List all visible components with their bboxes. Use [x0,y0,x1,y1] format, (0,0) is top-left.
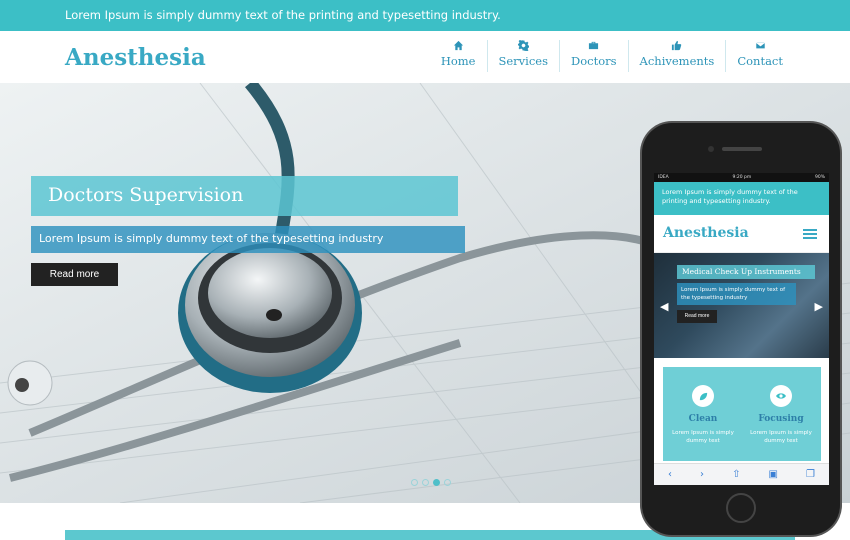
carrier-label: IDEA [658,175,669,180]
feature-title: Focusing [758,414,804,424]
read-more-button[interactable]: Read more [31,263,118,286]
phone-camera [708,146,714,152]
forward-icon[interactable]: › [700,469,704,480]
phone-read-more-button[interactable]: Read more [677,310,717,323]
briefcase-icon [589,41,599,50]
feature-text: Lorem Ipsum is simply dummy text [750,430,812,444]
announcement-text: Lorem Ipsum is simply dummy text of the … [65,8,501,22]
hamburger-menu-icon[interactable] [803,229,817,239]
phone-announcement-text: Lorem Ipsum is simply dummy text of the … [662,188,798,205]
nav-label: Contact [737,54,783,68]
home-icon [453,40,463,51]
slider-dot-active[interactable] [433,479,440,486]
phone-announcement-bar: Lorem Ipsum is simply dummy text of the … [654,182,829,215]
eye-icon [770,385,792,407]
browser-toolbar: ‹ › ⇧ ▣ ❐ [654,463,829,485]
nav-item-contact[interactable]: Contact [725,40,794,72]
slider-dot[interactable] [444,479,451,486]
nav-item-services[interactable]: Services [486,40,560,72]
phone-home-button [726,493,756,523]
bookmarks-icon[interactable]: ▣ [769,469,778,480]
tabs-icon[interactable]: ❐ [806,469,815,480]
phone-header: Anesthesia [654,215,829,253]
feature-text: Lorem Ipsum is simply dummy text [672,430,734,444]
phone-slider[interactable]: Medical Check Up Instruments Lorem Ipsum… [654,253,829,358]
feature-title: Clean [688,414,718,424]
nav-label: Home [440,54,476,68]
phone-screen: IDEA 9:20 pm 90% Lorem Ipsum is simply d… [654,173,829,485]
nav-item-home[interactable]: Home [430,40,487,72]
phone-speaker [722,147,762,151]
chevron-left-icon[interactable]: ◀ [660,300,668,313]
site-logo[interactable]: Anesthesia [65,44,206,71]
main-nav: Home Services Doctors Achivements Contac… [430,40,794,72]
hero-subtitle: Lorem Ipsum is simply dummy text of the … [39,232,384,245]
hero-subtitle-box: Lorem Ipsum is simply dummy text of the … [31,226,465,253]
chevron-right-icon[interactable]: ▶ [815,300,823,313]
nav-label: Doctors [571,54,617,68]
slider-dot[interactable] [411,479,418,486]
slider-pagination [411,479,451,486]
phone-logo[interactable]: Anesthesia [663,225,749,241]
battery-label: 90% [814,175,825,180]
slider-dot[interactable] [422,479,429,486]
thumbs-up-icon [672,40,682,51]
share-icon[interactable]: ⇧ [732,469,740,480]
hero-title-box: Doctors Supervision [31,176,458,216]
nav-label: Achivements [639,54,715,68]
phone-status-bar: IDEA 9:20 pm 90% [654,173,829,182]
feature-card-focusing: Focusing Lorem Ipsum is simply dummy tex… [745,385,817,445]
hero-title: Doctors Supervision [48,184,244,206]
nav-item-achievements[interactable]: Achivements [627,40,726,72]
leaf-icon [692,385,714,407]
phone-slide-subtitle: Lorem Ipsum is simply dummy text of the … [677,283,796,305]
nav-label: Services [498,54,549,68]
phone-slide-title: Medical Check Up Instruments [677,265,815,279]
back-icon[interactable]: ‹ [668,469,672,480]
phone-mockup: IDEA 9:20 pm 90% Lorem Ipsum is simply d… [642,123,840,535]
phone-features: Clean Lorem Ipsum is simply dummy text F… [663,367,821,461]
time-label: 9:20 pm [732,175,752,180]
gear-icon [517,40,529,51]
top-announcement-bar: Lorem Ipsum is simply dummy text of the … [0,0,850,31]
nav-item-doctors[interactable]: Doctors [559,40,628,72]
site-header: Anesthesia Home Services Doctors Achivem… [0,31,850,83]
feature-card-clean: Clean Lorem Ipsum is simply dummy text [667,385,739,445]
envelope-icon [755,41,766,50]
